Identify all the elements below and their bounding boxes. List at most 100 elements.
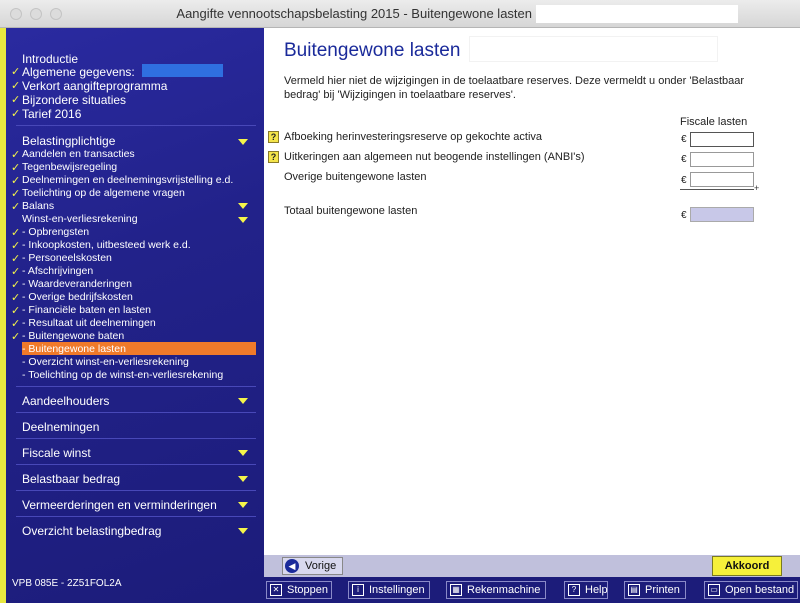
sidebar-item-overzicht-wv[interactable]: - Overzicht winst-en-verliesrekening [22,356,189,368]
sidebar-section-belastingplichtige[interactable]: Belastingplichtige [22,134,115,148]
sidebar: Introductie ✓ Algemene gegevens: ✓ Verko… [0,28,264,603]
chevron-down-icon[interactable] [238,203,248,209]
stop-label: Stoppen [287,584,328,596]
version-label: VPB 085E - 2Z51FOL2A [12,578,122,589]
folder-icon: ▭ [708,584,720,596]
arrow-left-icon: ◀ [285,559,299,573]
euro-symbol: € [681,175,687,186]
sidebar-section-aandeelhouders[interactable]: Aandeelhouders [22,394,109,408]
sidebar-item-toelichting-wv[interactable]: - Toelichting op de winst-en-verliesreke… [22,369,223,381]
page-title-blank-field [469,36,718,62]
chevron-down-icon[interactable] [238,476,248,482]
chevron-down-icon[interactable] [238,450,248,456]
sidebar-divider [16,464,256,465]
check-icon: ✓ [11,253,21,265]
check-icon: ✓ [11,279,21,291]
info-icon: i [352,584,364,596]
page-title: Buitengewone lasten [284,40,461,61]
sidebar-item-inkoopkosten[interactable]: - Inkoopkosten, uitbesteed werk e.d. [22,239,191,251]
sidebar-divider [16,412,256,413]
sidebar-item-afschrijvingen[interactable]: - Afschrijvingen [22,265,93,277]
calculator-button[interactable]: ▦ Rekenmachine [446,581,546,599]
sidebar-section-winst-verlies[interactable]: Winst-en-verliesrekening [22,213,138,225]
check-icon: ✓ [11,162,21,174]
chevron-down-icon[interactable] [238,139,248,145]
sidebar-item-tegenbewijs[interactable]: Tegenbewijsregeling [22,161,117,173]
help-icon[interactable]: ? [268,131,279,143]
sidebar-item-financiele-baten[interactable]: - Financiële baten en lasten [22,304,151,316]
intro-text: Vermeld hier niet de wijzigingen in de t… [284,75,745,101]
sidebar-divider [16,125,256,126]
settings-label: Instellingen [369,584,425,596]
chevron-down-icon[interactable] [238,217,248,223]
sidebar-item-balans[interactable]: Balans [22,200,54,212]
check-icon: ✓ [11,108,21,120]
check-icon: ✓ [11,188,21,200]
sum-line [680,189,754,190]
sidebar-item-personeelskosten[interactable]: - Personeelskosten [22,252,112,264]
sidebar-item-waardeveranderingen[interactable]: - Waardeveranderingen [22,278,132,290]
sidebar-section-overzicht-belasting[interactable]: Overzicht belastingbedrag [22,524,161,538]
sidebar-item-introductie[interactable]: Introductie [22,52,78,66]
sidebar-section-fiscale-winst[interactable]: Fiscale winst [22,446,91,460]
print-label: Printen [645,584,680,596]
help-label: Help [585,584,608,596]
confirm-button[interactable]: Akkoord [712,556,782,576]
navigation-bar: ◀ Vorige Akkoord [264,555,800,577]
sidebar-item-toelichting-algemeen[interactable]: Toelichting op de algemene vragen [22,187,185,199]
chevron-down-icon[interactable] [238,502,248,508]
sidebar-section-belastbaar-bedrag[interactable]: Belastbaar bedrag [22,472,120,486]
check-icon: ✓ [11,227,21,239]
row-label-overige: Overige buitengewone lasten [284,171,427,183]
sidebar-item-buitengewone-baten[interactable]: - Buitengewone baten [22,330,124,342]
overige-input[interactable] [690,172,754,187]
sidebar-item-tarief[interactable]: Tarief 2016 [22,107,81,121]
sidebar-divider [16,516,256,517]
previous-label: Vorige [305,560,337,572]
sidebar-item-resultaat-deelnemingen[interactable]: - Resultaat uit deelnemingen [22,317,156,329]
sidebar-item-aandelen[interactable]: Aandelen en transacties [22,148,135,160]
sidebar-item-opbrengsten[interactable]: - Opbrengsten [22,226,89,238]
chevron-down-icon[interactable] [238,528,248,534]
title-blank-field [536,5,738,23]
print-button[interactable]: ▤ Printen [624,581,686,599]
check-icon: ✓ [11,66,21,78]
open-file-button[interactable]: ▭ Open bestand [704,581,798,599]
check-icon: ✓ [11,149,21,161]
sidebar-item-bijzondere[interactable]: Bijzondere situaties [22,93,126,107]
close-icon: ✕ [270,584,282,596]
open-file-label: Open bestand [725,584,795,596]
sidebar-divider [16,386,256,387]
check-icon: ✓ [11,305,21,317]
euro-symbol: € [681,210,687,221]
check-icon: ✓ [11,94,21,106]
sidebar-section-deelnemingen[interactable]: Deelnemingen [22,420,99,434]
stop-button[interactable]: ✕ Stoppen [266,581,332,599]
uitkeringen-input[interactable] [690,152,754,167]
sidebar-item-verkort[interactable]: Verkort aangifteprogramma [22,79,167,93]
sidebar-item-buitengewone-lasten[interactable]: - Buitengewone lasten [22,343,126,355]
chevron-down-icon[interactable] [238,398,248,404]
sidebar-section-vermeerderingen[interactable]: Vermeerderingen en verminderingen [22,498,217,512]
main-panel: Buitengewone lasten Vermeld hier niet de… [264,28,800,555]
check-icon: ✓ [11,80,21,92]
sidebar-item-overige-bedrijfskosten[interactable]: - Overige bedrijfskosten [22,291,133,303]
previous-button[interactable]: ◀ Vorige [282,557,344,575]
bottom-toolbar: ✕ Stoppen i Instellingen ▦ Rekenmachine … [264,577,800,603]
row-label-uitkeringen: Uitkeringen aan algemeen nut beogende in… [284,151,585,163]
check-icon: ✓ [11,240,21,252]
euro-symbol: € [681,134,687,145]
sidebar-item-deelnemingen-vrijstelling[interactable]: Deelnemingen en deelnemingsvrijstelling … [22,174,233,186]
help-icon[interactable]: ? [268,151,279,163]
question-icon: ? [568,584,580,596]
check-icon: ✓ [11,292,21,304]
check-icon: ✓ [11,266,21,278]
settings-button[interactable]: i Instellingen [348,581,430,599]
calculator-label: Rekenmachine [467,584,541,596]
help-button[interactable]: ? Help [564,581,608,599]
column-header-fiscale-lasten: Fiscale lasten [680,116,748,128]
check-icon: ✓ [11,318,21,330]
sidebar-item-algemene-gegevens[interactable]: Algemene gegevens: [22,65,135,79]
row-label-afboeking: Afboeking herinvesteringsreserve op geko… [284,131,543,143]
afboeking-input[interactable] [690,132,754,147]
